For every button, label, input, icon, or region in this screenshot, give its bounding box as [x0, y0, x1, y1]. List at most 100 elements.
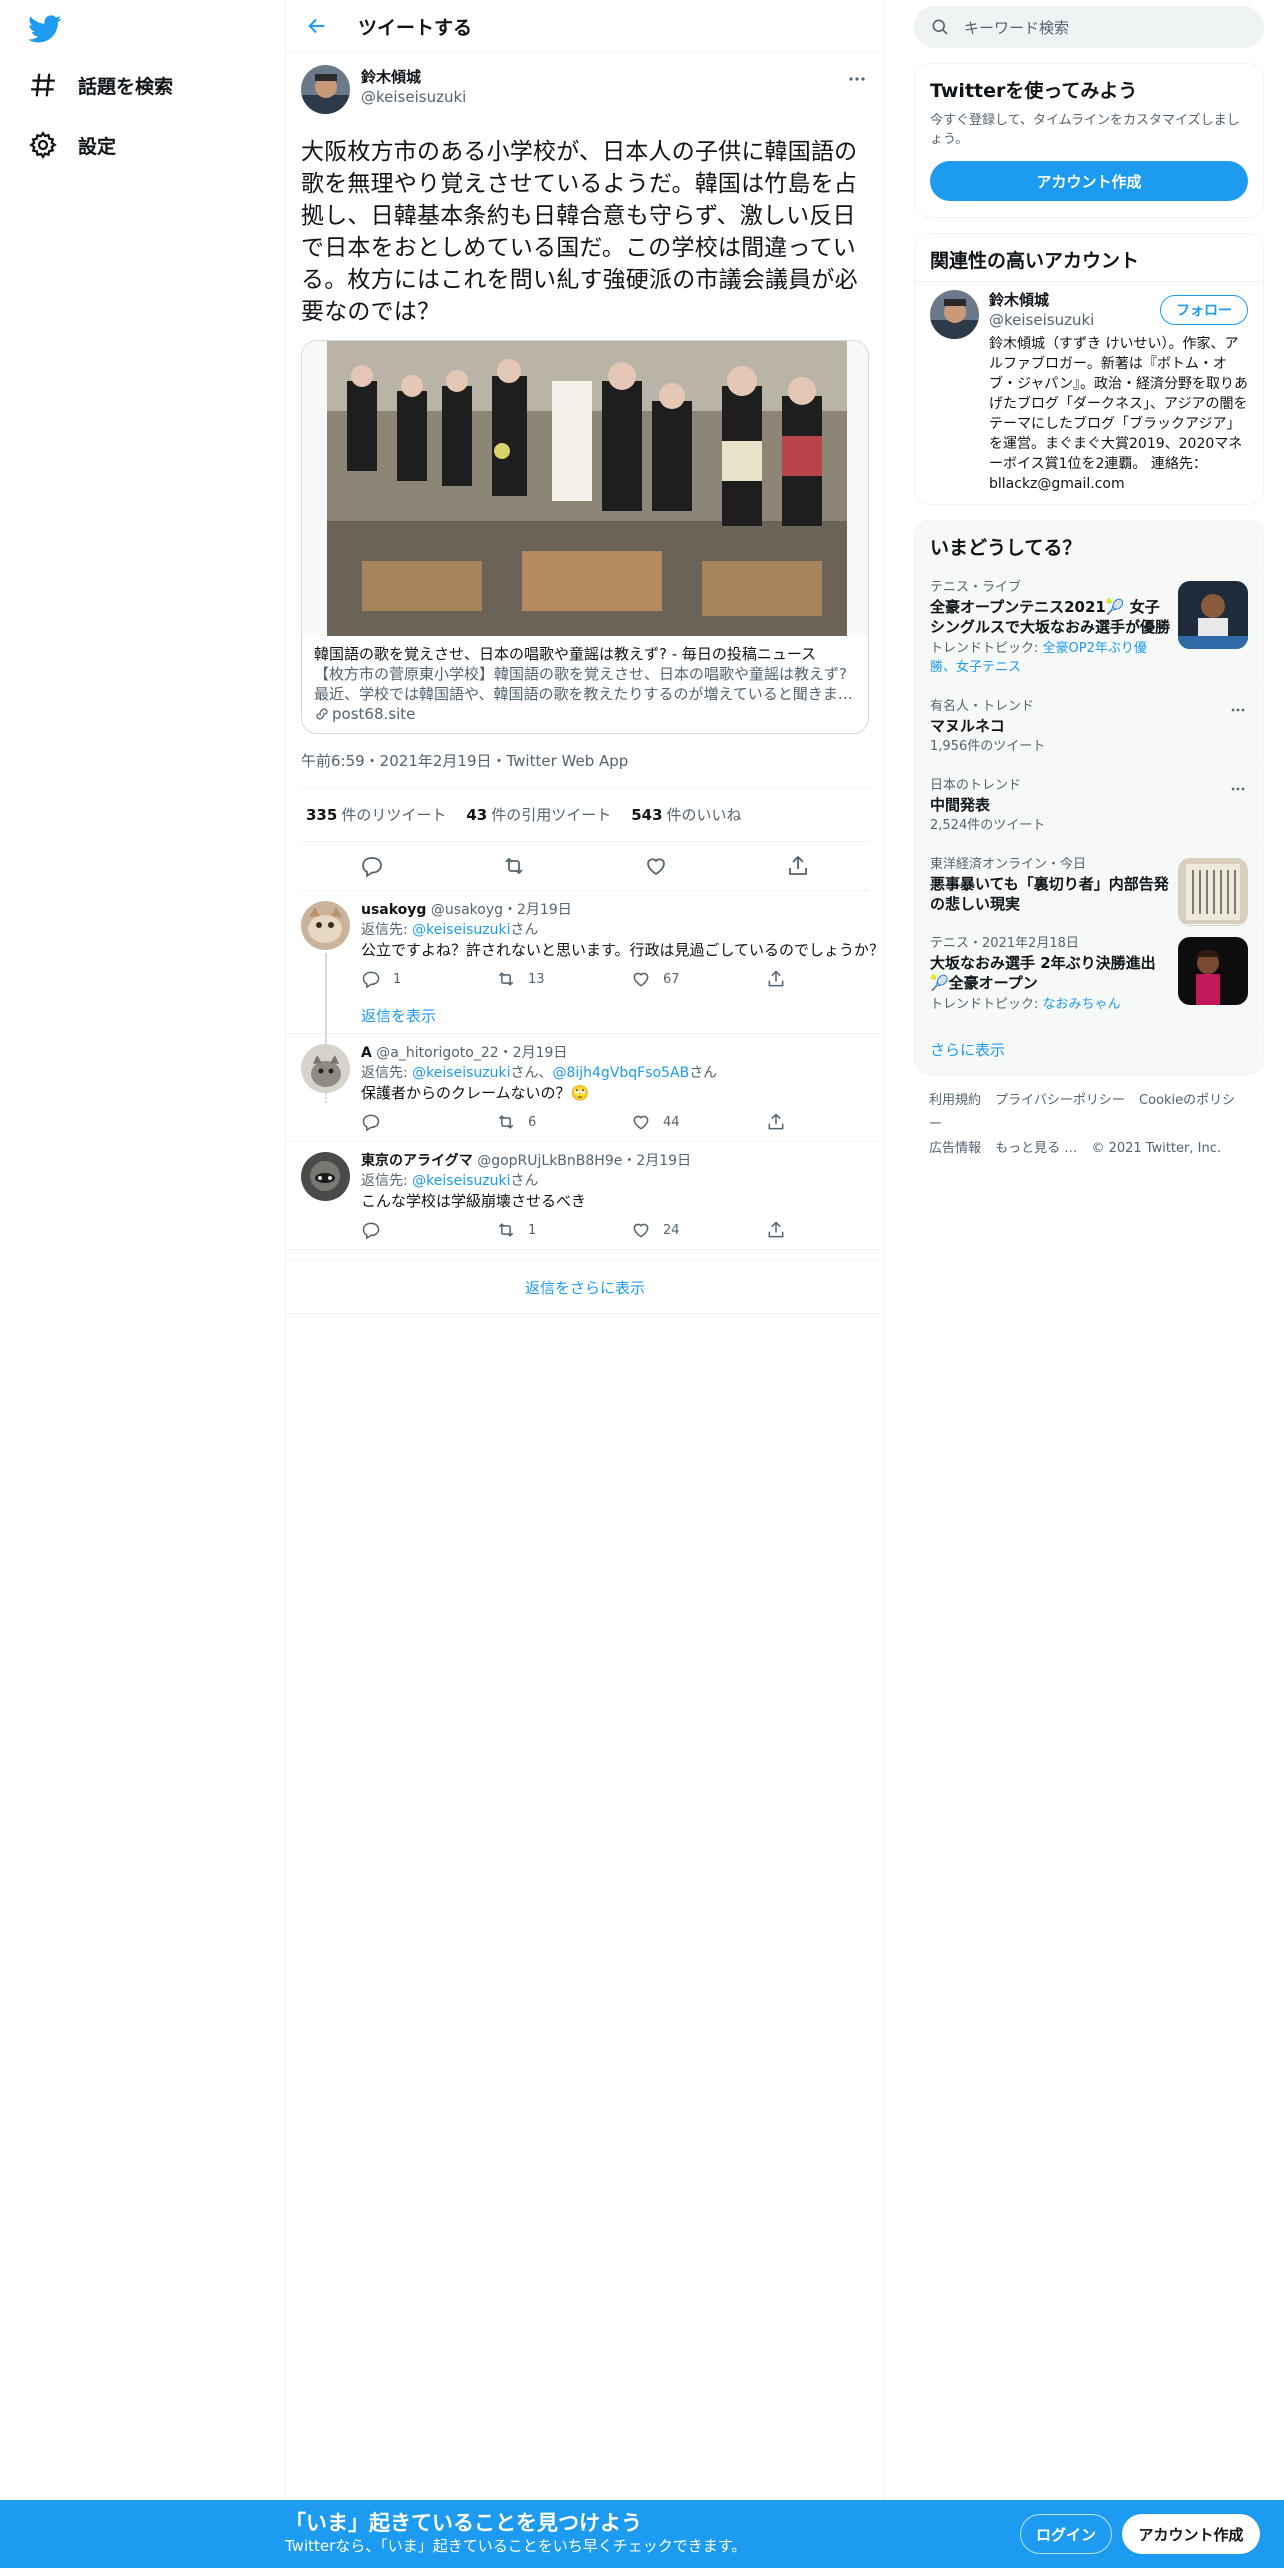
reply-date[interactable]: ・2月19日	[622, 1153, 691, 1169]
retweet-button[interactable]: 6	[496, 1112, 631, 1132]
link-card[interactable]: 韓国語の歌を覚えさせ、日本の唱歌や童謡は教えず? - 毎日の投稿ニュース 【枚方…	[301, 340, 869, 734]
login-button[interactable]: ログイン	[1020, 2514, 1112, 2554]
reply-date[interactable]: ・2月19日	[499, 1045, 568, 1061]
reply-icon	[361, 1220, 381, 1240]
retweet-button[interactable]: 13	[496, 969, 631, 989]
related-account[interactable]: 鈴木傾城 @keiseisuzuki フォロー 鈴木傾城（すずき けいせい）。作…	[915, 281, 1263, 504]
footer-link-terms[interactable]: 利用規約	[929, 1093, 981, 1108]
like-count[interactable]: 543 件のいいね	[631, 804, 741, 825]
trend-category: 日本のトレンド	[930, 778, 1022, 793]
reply-author-handle[interactable]: @gopRUjLkBnB8H9e	[477, 1153, 622, 1169]
retweet-button[interactable]: 1	[496, 1220, 631, 1240]
trend-topic-link[interactable]: なおみちゃん	[1043, 997, 1121, 1012]
tweet-text: 大阪枚方市のある小学校が、日本人の子供に韓国語の歌を無理やり覚えさせているようだ…	[301, 139, 858, 325]
share-button[interactable]	[766, 1112, 901, 1132]
reply-text: こんな学校は学級崩壊させるべき	[361, 1192, 587, 1210]
show-replies-link[interactable]: 返信を表示	[361, 998, 901, 1033]
reply-author-handle[interactable]: @usakoyg	[431, 902, 503, 918]
tweet-meta[interactable]: 午前6:59・2021年2月19日・Twitter Web App	[301, 734, 869, 788]
avatar[interactable]	[301, 901, 350, 950]
trend-item[interactable]: 東洋経済オンライン・今日 悪事暴いても「裏切り者」内部告発の悲しい現実	[915, 845, 1263, 926]
heart-icon[interactable]	[644, 854, 668, 878]
like-button[interactable]: 67	[631, 969, 766, 989]
avatar[interactable]	[301, 65, 350, 114]
share-button[interactable]	[766, 969, 901, 989]
mention-link[interactable]: @8ijh4gVbqFso5AB	[552, 1065, 689, 1081]
nav-explore[interactable]: 話題を検索	[28, 65, 173, 105]
reply-icon	[361, 969, 381, 989]
avatar[interactable]	[301, 1152, 350, 1201]
nav-settings[interactable]: 設定	[28, 125, 116, 165]
signup-button[interactable]: アカウント作成	[1122, 2514, 1260, 2554]
quote-count[interactable]: 43 件の引用ツイート	[466, 804, 611, 825]
retweet-icon[interactable]	[502, 854, 526, 878]
like-button[interactable]: 44	[631, 1112, 766, 1132]
related-handle[interactable]: @keiseisuzuki	[989, 310, 1094, 330]
retweet-icon	[496, 969, 516, 989]
retweet-icon	[496, 1112, 516, 1132]
arrow-left-icon[interactable]	[306, 15, 328, 37]
avatar[interactable]	[930, 290, 979, 339]
reply-author-name[interactable]: 東京のアライグマ	[361, 1153, 473, 1169]
trend-item[interactable]: テニス・ライブ 全豪オープンテニス2021🎾 女子シングルスで大坂なおみ選手が優…	[915, 568, 1263, 687]
footer-copyright: © 2021 Twitter, Inc.	[1091, 1141, 1221, 1156]
reply-tweet[interactable]: 東京のアライグマ @gopRUjLkBnB8H9e・2月19日 返信先: @ke…	[286, 1142, 884, 1250]
share-button[interactable]	[766, 1220, 901, 1240]
tweet-author: 鈴木傾城 @keiseisuzuki	[301, 65, 869, 119]
trend-item[interactable]: 日本のトレンド 中間発表 2,524件のツイート	[915, 766, 1263, 845]
card-description: 【枚方市の菅原東小学校】韓国語の歌を覚えさせ、日本の唱歌や童謡は教えず? 最近、…	[314, 665, 853, 703]
related-name[interactable]: 鈴木傾城	[989, 290, 1094, 310]
tweet-stats: 335 件のリツイート 43 件の引用ツイート 543 件のいいね	[301, 788, 869, 842]
avatar[interactable]	[301, 1044, 350, 1093]
reply-to-line: 返信先: @keiseisuzukiさん、@8ijh4gVbqFso5ABさん	[361, 1065, 718, 1081]
reply-button[interactable]: 1	[361, 969, 496, 989]
reply-author-handle[interactable]: @a_hitorigoto_22	[376, 1045, 498, 1061]
reply-text: 保護者からのクレームないの？🙄	[361, 1084, 590, 1102]
retweet-icon	[496, 1220, 516, 1240]
share-icon[interactable]	[786, 854, 810, 878]
trend-item[interactable]: 有名人・トレンド マヌルネコ 1,956件のツイート	[915, 687, 1263, 766]
reply-button[interactable]	[361, 1112, 496, 1132]
search-icon	[930, 17, 950, 37]
retweet-count[interactable]: 335 件のリツイート	[306, 804, 446, 825]
create-account-button[interactable]: アカウント作成	[930, 161, 1248, 201]
reply-author-name[interactable]: A	[361, 1045, 372, 1061]
mention-link[interactable]: @keiseisuzuki	[412, 922, 510, 938]
heart-icon	[631, 1112, 651, 1132]
reply-to-line: 返信先: @keiseisuzukiさん	[361, 922, 539, 938]
more-icon[interactable]	[1228, 779, 1248, 799]
twitter-bird-icon[interactable]	[28, 12, 62, 46]
search-input[interactable]: キーワード検索	[914, 6, 1264, 48]
mention-link[interactable]: @keiseisuzuki	[412, 1173, 510, 1189]
reply-tweet[interactable]: usakoyg @usakoyg・2月19日 返信先: @keiseisuzuk…	[286, 891, 884, 1103]
show-more-replies-button[interactable]: 返信をさらに表示	[286, 1260, 884, 1314]
show-more-trends-link[interactable]: さらに表示	[915, 1024, 1263, 1074]
reply-icon[interactable]	[360, 854, 384, 878]
author-name[interactable]: 鈴木傾城	[361, 67, 466, 87]
reply-actions: 6 44	[361, 1103, 901, 1141]
reply-author-name[interactable]: usakoyg	[361, 902, 426, 918]
trends-title: いまどうしてる？	[930, 537, 1082, 559]
trend-item[interactable]: テニス・2021年2月18日 大坂なおみ選手 2年ぶり決勝進出🎾全豪オープン ト…	[915, 924, 1263, 1024]
nav-settings-label: 設定	[78, 135, 117, 158]
author-handle[interactable]: @keiseisuzuki	[361, 87, 466, 107]
reply-date[interactable]: ・2月19日	[503, 902, 572, 918]
reply-tweet[interactable]: A @a_hitorigoto_22・2月19日 返信先: @keiseisuz…	[286, 1034, 884, 1142]
related-bio: 鈴木傾城（すずき けいせい）。作家、アルファブロガー。新著は『ボトム・オブ・ジャ…	[989, 336, 1248, 492]
footer-link-more[interactable]: もっと見る …	[995, 1141, 1077, 1156]
trend-thumbnail	[1178, 858, 1248, 926]
related-title: 関連性の高いアカウント	[930, 250, 1140, 272]
main-tweet: 鈴木傾城 @keiseisuzuki 大阪枚方市のある小学校が、日本人の子供に韓…	[286, 53, 884, 891]
bottom-signup-bar: 「いま」起きていることを見つけよう Twitterなら、「いま」起きていることを…	[0, 2500, 1284, 2568]
share-icon	[766, 969, 786, 989]
reply-actions: 1 24	[361, 1211, 901, 1249]
more-icon[interactable]	[1228, 700, 1248, 720]
mention-link[interactable]: @keiseisuzuki	[412, 1065, 510, 1081]
more-icon[interactable]	[845, 67, 869, 91]
footer-link-ads[interactable]: 広告情報	[929, 1141, 981, 1156]
reply-button[interactable]	[361, 1220, 496, 1240]
follow-button[interactable]: フォロー	[1160, 295, 1248, 325]
like-button[interactable]: 24	[631, 1220, 766, 1240]
footer-link-privacy[interactable]: プライバシーポリシー	[995, 1093, 1125, 1108]
trends-box: いまどうしてる？ テニス・ライブ 全豪オープンテニス2021🎾 女子シングルスで…	[914, 520, 1264, 1075]
